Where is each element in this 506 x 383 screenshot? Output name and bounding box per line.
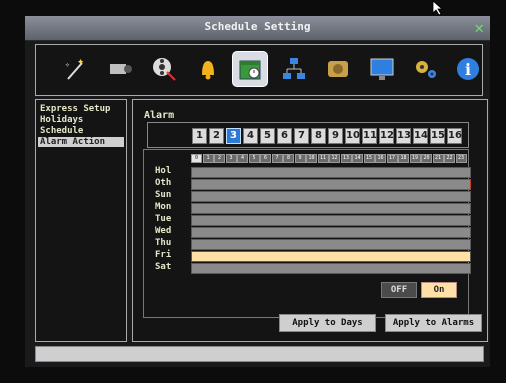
apply-to-days-button[interactable]: Apply to Days	[279, 314, 376, 332]
on-button[interactable]: On	[421, 282, 457, 298]
alarm-button-7[interactable]: 7	[294, 128, 309, 144]
alarm-button-15[interactable]: 15	[430, 128, 445, 144]
bell-icon[interactable]	[190, 51, 226, 87]
alarm-button-10[interactable]: 10	[345, 128, 360, 144]
hour-cell-21[interactable]: 21	[432, 154, 444, 163]
alarm-button-5[interactable]: 5	[260, 128, 275, 144]
hour-cell-7[interactable]: 7	[271, 154, 283, 163]
hour-cell-22[interactable]: 22	[444, 154, 455, 163]
day-label-mon: Mon	[155, 202, 172, 212]
window-title: Schedule Setting	[204, 20, 311, 33]
hour-cell-20[interactable]: 20	[421, 154, 432, 163]
hour-cell-3[interactable]: 3	[225, 154, 237, 163]
alarm-button-13[interactable]: 13	[396, 128, 411, 144]
alarm-selector: 1 2 3 4 5 6 7 8 9 10 11 12 13 14 15 16	[147, 122, 469, 148]
hour-cell-5[interactable]: 5	[248, 154, 260, 163]
hour-cell-4[interactable]: 4	[237, 154, 248, 163]
sidebar-item-holidays[interactable]: Holidays	[40, 115, 83, 125]
alarm-button-14[interactable]: 14	[413, 128, 428, 144]
alarm-button-11[interactable]: 11	[362, 128, 377, 144]
schedule-setting-window: Schedule Setting ✕ ✦ ✧ i Express Setup H…	[25, 16, 490, 367]
off-button[interactable]: OFF	[381, 282, 417, 298]
day-label-sun: Sun	[155, 190, 172, 200]
sidebar-item-alarm-action[interactable]: Alarm Action	[38, 137, 124, 147]
day-bar-sun[interactable]	[191, 191, 471, 202]
film-reel-icon[interactable]	[146, 51, 182, 87]
gears-icon[interactable]	[408, 51, 444, 87]
alarm-button-2[interactable]: 2	[209, 128, 224, 144]
day-label-thu: Thu	[155, 238, 172, 248]
apply-to-alarms-button[interactable]: Apply to Alarms	[385, 314, 482, 332]
day-bar-thu[interactable]	[191, 239, 471, 250]
monitor-icon[interactable]	[364, 51, 400, 87]
svg-text:✦: ✦	[77, 55, 84, 68]
day-bar-wed[interactable]	[191, 227, 471, 238]
day-label-oth: Oth	[155, 178, 172, 188]
alarm-button-8[interactable]: 8	[311, 128, 326, 144]
alarm-button-16[interactable]: 16	[447, 128, 462, 144]
alarm-button-3[interactable]: 3	[226, 128, 241, 144]
title-bar: Schedule Setting ✕	[25, 16, 490, 41]
sidebar-item-schedule[interactable]: Schedule	[40, 126, 83, 136]
day-bar-mon[interactable]	[191, 203, 471, 214]
alarm-label: Alarm	[144, 110, 175, 121]
category-toolbar: ✦ ✧ i	[35, 44, 483, 96]
hdd-icon[interactable]	[320, 51, 356, 87]
close-icon[interactable]: ✕	[474, 18, 484, 37]
wand-icon[interactable]: ✦ ✧	[58, 51, 94, 87]
hour-cell-6[interactable]: 6	[260, 154, 271, 163]
day-bar-hol[interactable]	[191, 167, 471, 178]
day-label-wed: Wed	[155, 226, 172, 236]
day-bar-tue[interactable]	[191, 215, 471, 226]
alarm-button-6[interactable]: 6	[277, 128, 292, 144]
hour-cell-23[interactable]: 23	[455, 154, 467, 163]
day-label-sat: Sat	[155, 262, 172, 272]
alarm-button-9[interactable]: 9	[328, 128, 343, 144]
calendar-icon[interactable]	[232, 51, 268, 87]
hour-cell-18[interactable]: 18	[398, 154, 409, 163]
alarm-button-1[interactable]: 1	[192, 128, 207, 144]
day-bar-oth[interactable]	[191, 179, 471, 190]
hour-cell-13[interactable]: 13	[340, 154, 352, 163]
alarm-button-4[interactable]: 4	[243, 128, 258, 144]
hour-cell-8[interactable]: 8	[283, 154, 294, 163]
hour-cell-11[interactable]: 11	[317, 154, 329, 163]
hour-cell-15[interactable]: 15	[363, 154, 375, 163]
hour-cell-2[interactable]: 2	[214, 154, 225, 163]
svg-text:✧: ✧	[65, 60, 70, 69]
alarm-button-12[interactable]: 12	[379, 128, 394, 144]
day-bar-fri[interactable]	[191, 251, 471, 262]
svg-text:i: i	[465, 60, 471, 79]
hour-cell-10[interactable]: 10	[306, 154, 317, 163]
camera-icon[interactable]	[102, 51, 138, 87]
day-label-tue: Tue	[155, 214, 172, 224]
sidebar-item-express-setup[interactable]: Express Setup	[40, 104, 110, 114]
day-label-hol: Hol	[155, 166, 172, 176]
hour-cell-14[interactable]: 14	[352, 154, 363, 163]
sidebar-menu: Express Setup Holidays Schedule Alarm Ac…	[35, 99, 127, 342]
day-label-fri: Fri	[155, 250, 172, 260]
hour-cell-1[interactable]: 1	[202, 154, 214, 163]
info-icon[interactable]: i	[450, 51, 486, 87]
hour-cell-0[interactable]: 0	[191, 154, 202, 163]
hour-cell-16[interactable]: 16	[375, 154, 386, 163]
day-bar-sat[interactable]	[191, 263, 471, 274]
hour-cell-17[interactable]: 17	[386, 154, 398, 163]
mouse-cursor	[432, 0, 444, 20]
hour-cell-9[interactable]: 9	[294, 154, 306, 163]
schedule-panel: Alarm 1 2 3 4 5 6 7 8 9 10 11 12 13 14 15 16 0123456789…	[132, 99, 488, 342]
hour-cell-19[interactable]: 19	[409, 154, 421, 163]
network-icon[interactable]	[276, 51, 312, 87]
hour-cell-12[interactable]: 12	[329, 154, 340, 163]
status-bar	[35, 346, 484, 362]
